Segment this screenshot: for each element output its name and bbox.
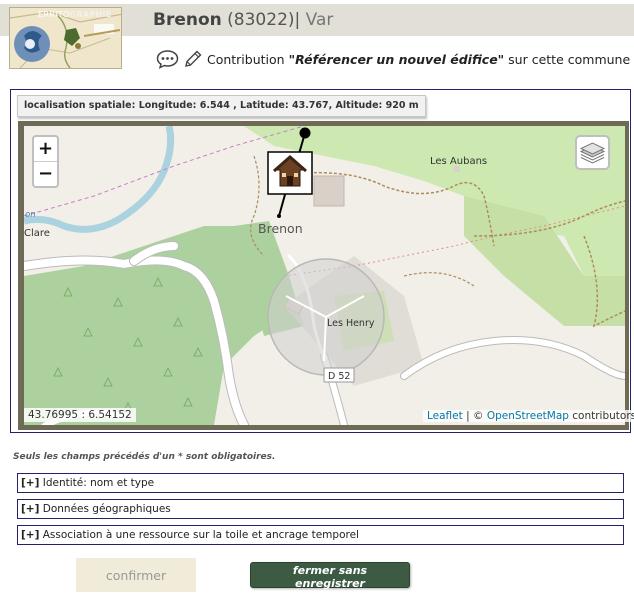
mouse-position-readout: 43.76995 : 6.54152 — [24, 408, 136, 422]
altitude-label: , Altitude: — [328, 100, 383, 111]
label-clare: Clare — [24, 228, 50, 239]
logo-text-left: ERRITO — [38, 10, 70, 19]
contribution-line: Contribution "Référencer un nouvel édifi… — [156, 49, 630, 69]
longitude-label: Longitude: — [138, 100, 197, 111]
leaflet-link[interactable]: Leaflet — [427, 410, 463, 422]
label-on: on — [25, 210, 36, 220]
latitude-label: , Latitude: — [233, 100, 289, 111]
marker-point — [277, 214, 281, 218]
building — [313, 175, 345, 207]
zoom-control: + − — [32, 135, 59, 188]
altitude-value: 920 m — [385, 100, 419, 111]
map-attribution: Leaflet | © OpenStreetMap contributors — [423, 410, 634, 422]
logo-text-right: GRAPHIE — [69, 10, 112, 19]
expand-toggle[interactable]: [+] — [21, 529, 39, 541]
osm-link[interactable]: OpenStreetMap — [487, 410, 569, 422]
zoom-out-button[interactable]: − — [34, 161, 57, 186]
label-brenon: Brenon — [258, 221, 303, 236]
layers-button[interactable] — [575, 135, 610, 170]
contribution-suffix: sur cette commune — [508, 52, 631, 67]
expand-toggle[interactable]: [+] — [21, 477, 39, 489]
required-fields-note: Seuls les champs précédés d'un * sont ob… — [13, 452, 276, 462]
map-canvas[interactable]: Brenon Les Aubans Les Henry Clare on D 5… — [24, 126, 625, 425]
department-name: Var — [305, 10, 334, 30]
speech-bubble-icon[interactable] — [156, 49, 179, 69]
label-d52: D 52 — [328, 371, 350, 382]
page-header: ERRITOGRAPHIE Brenon (83022)| Var Contri… — [0, 0, 634, 72]
map-tiles[interactable]: Brenon Les Aubans Les Henry Clare on D 5… — [24, 126, 625, 425]
site-logo[interactable]: ERRITOGRAPHIE — [9, 7, 122, 69]
close-without-saving-button[interactable]: fermer sans enregistrer — [250, 562, 410, 590]
layers-icon — [579, 142, 606, 164]
attribution-contributors: contributors — [568, 410, 634, 422]
zoom-in-button[interactable]: + — [34, 137, 57, 161]
section-identity[interactable]: [+] Identité: nom et type — [17, 473, 624, 493]
location-label: localisation spatiale: — [24, 100, 136, 111]
contribution-prefix: Contribution — [206, 52, 285, 67]
commune-name: Brenon — [153, 10, 222, 30]
commune-code: (83022) — [227, 10, 295, 30]
section-label: Données géographiques — [39, 503, 171, 515]
page-title: Brenon (83022)| Var — [153, 10, 333, 30]
label-les-henry: Les Henry — [327, 318, 375, 329]
section-geographic-data[interactable]: [+] Données géographiques — [17, 499, 624, 519]
label-les-aubans: Les Aubans — [430, 156, 487, 167]
section-label: Identité: nom et type — [39, 477, 155, 489]
title-separator: | — [294, 10, 301, 30]
attribution-separator: | © — [462, 410, 487, 422]
section-web-resource[interactable]: [+] Association à une ressource sur la t… — [17, 525, 624, 545]
confirm-button[interactable]: confirmer — [76, 558, 196, 592]
logo-text: ERRITOGRAPHIE — [38, 10, 112, 19]
section-label: Association à une ressource sur la toile… — [39, 529, 359, 541]
latitude-value: 43.767 — [291, 100, 329, 111]
location-readout: localisation spatiale: Longitude: 6.544 … — [17, 95, 426, 117]
longitude-value: 6.544 — [199, 100, 230, 111]
contribution-action: "Référencer un nouvel édifice" — [288, 52, 505, 67]
pencil-icon[interactable] — [183, 49, 203, 69]
marker-anchor[interactable] — [299, 127, 311, 139]
expand-toggle[interactable]: [+] — [21, 503, 39, 515]
